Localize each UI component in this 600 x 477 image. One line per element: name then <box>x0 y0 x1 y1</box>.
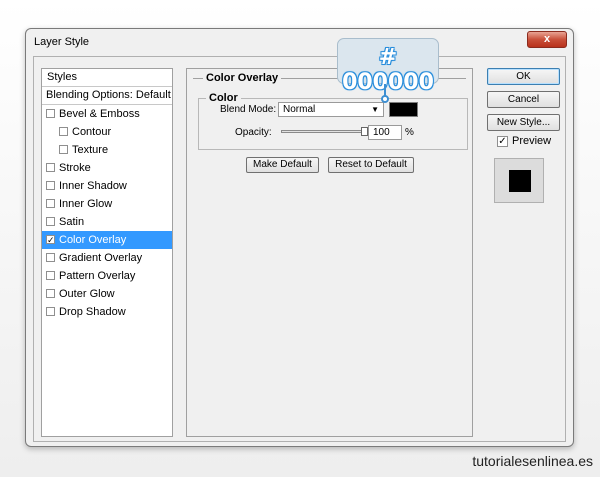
style-item-checkbox[interactable] <box>59 127 68 136</box>
style-item-checkbox[interactable] <box>46 271 55 280</box>
close-icon: x <box>543 33 551 45</box>
style-item-label: Stroke <box>59 162 91 174</box>
style-item-checkbox[interactable] <box>59 145 68 154</box>
style-item-checkbox[interactable]: ✓ <box>46 235 55 245</box>
style-item[interactable]: Pattern Overlay <box>42 267 172 285</box>
cancel-button[interactable]: Cancel <box>487 91 560 108</box>
style-item-label: Gradient Overlay <box>59 252 143 264</box>
style-item[interactable]: ✓ Color Overlay <box>42 231 172 249</box>
settings-area: Color Overlay Color Blend Mode: Normal ▼… <box>186 68 473 437</box>
style-item-label: Inner Shadow <box>59 180 127 192</box>
style-item-label: Texture <box>72 144 109 156</box>
style-item[interactable]: Stroke <box>42 159 172 177</box>
style-item-label: Pattern Overlay <box>59 270 136 282</box>
callout-pointer-dot <box>381 95 389 103</box>
blend-mode-label: Blend Mode: <box>220 104 277 115</box>
hex-callout: # 000000 <box>337 38 439 95</box>
color-group-title: Color <box>206 92 241 104</box>
ok-button[interactable]: OK <box>487 68 560 85</box>
color-overlay-group-title: Color Overlay <box>203 72 282 84</box>
style-item[interactable]: Outer Glow <box>42 285 172 303</box>
layer-style-dialog: Layer Style x Styles Blending Options: D… <box>25 28 574 447</box>
opacity-slider-thumb[interactable] <box>361 127 368 136</box>
preview-thumbnail <box>494 158 544 203</box>
style-item-label: Color Overlay <box>59 234 127 246</box>
preview-swatch <box>509 170 531 192</box>
style-item[interactable]: Contour <box>42 123 172 141</box>
style-item[interactable]: Satin <box>42 213 172 231</box>
style-item-label: Drop Shadow <box>59 306 126 318</box>
preview-label: Preview <box>512 135 552 147</box>
style-item-checkbox[interactable] <box>46 181 55 190</box>
title-bar[interactable]: Layer Style x <box>26 29 573 53</box>
new-style-button[interactable]: New Style... <box>487 114 560 131</box>
opacity-label: Opacity: <box>235 127 272 138</box>
style-item[interactable]: Texture <box>42 141 172 159</box>
style-item-checkbox[interactable] <box>46 253 55 262</box>
color-swatch[interactable] <box>389 102 418 117</box>
watermark: tutorialesenlinea.es <box>472 453 593 469</box>
style-item[interactable]: Bevel & Emboss <box>42 105 172 123</box>
style-item-label: Inner Glow <box>59 198 113 210</box>
style-item-checkbox[interactable] <box>46 289 55 298</box>
color-group: Color Blend Mode: Normal ▼ Opacity: 100 … <box>198 92 468 150</box>
blend-mode-value: Normal <box>283 104 316 115</box>
style-item-checkbox[interactable] <box>46 109 55 118</box>
opacity-input[interactable]: 100 <box>368 125 402 140</box>
style-list: Bevel & Emboss Contour Texture Stroke Inner … <box>42 105 172 321</box>
styles-header[interactable]: Styles <box>42 69 172 87</box>
styles-panel: Styles Blending Options: Default Bevel &… <box>41 68 173 437</box>
opacity-slider[interactable] <box>281 127 368 136</box>
style-item-checkbox[interactable] <box>46 199 55 208</box>
style-item[interactable]: Gradient Overlay <box>42 249 172 267</box>
style-item-label: Contour <box>72 126 112 138</box>
make-default-button[interactable]: Make Default <box>246 157 319 173</box>
reset-to-default-button[interactable]: Reset to Default <box>328 157 414 173</box>
close-button[interactable]: x <box>527 31 567 48</box>
opacity-unit: % <box>405 127 414 138</box>
window-title: Layer Style <box>34 36 90 48</box>
style-item-checkbox[interactable] <box>46 217 55 226</box>
style-item[interactable]: Inner Glow <box>42 195 172 213</box>
preview-checkbox[interactable]: ✓ <box>497 136 508 147</box>
blend-mode-select[interactable]: Normal ▼ <box>278 102 384 117</box>
style-item-label: Satin <box>59 216 85 228</box>
style-item-checkbox[interactable] <box>46 163 55 172</box>
style-item-checkbox[interactable] <box>46 307 55 316</box>
style-item-label: Bevel & Emboss <box>59 108 140 120</box>
hex-callout-text: # 000000 <box>342 45 434 95</box>
dialog-body: Styles Blending Options: Default Bevel &… <box>33 56 566 442</box>
blending-options-item[interactable]: Blending Options: Default <box>42 87 172 105</box>
style-item[interactable]: Drop Shadow <box>42 303 172 321</box>
chevron-down-icon: ▼ <box>371 105 379 114</box>
style-item-label: Outer Glow <box>59 288 115 300</box>
style-item[interactable]: Inner Shadow <box>42 177 172 195</box>
